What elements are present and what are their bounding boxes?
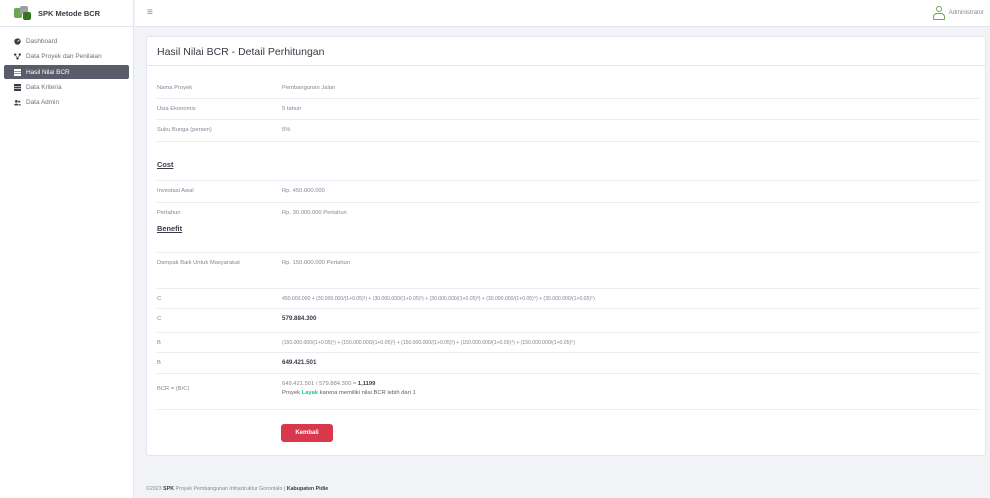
- topbar: ≡ Administrator: [135, 0, 990, 27]
- divider: [147, 65, 985, 66]
- calc-row-b-formula: B (150.000.000/(1+0.05)¹) + (150.000.000…: [157, 332, 979, 352]
- bcr-reason-text: karena memiliki nilai BCR lebih dari 1: [318, 389, 416, 396]
- info-row-nama-proyek: Nama Proyek Pembangunan Jalan: [157, 78, 979, 98]
- sidebar-item-label: Dashboard: [26, 38, 58, 45]
- bcr-proyek-text: Proyek: [282, 389, 302, 396]
- sidebar-item-data-proyek[interactable]: Data Proyek dan Penilaian: [0, 49, 133, 64]
- divider: [157, 141, 979, 147]
- row-value: Rp. 450.000.000: [282, 187, 325, 194]
- footer-prefix: ©2023: [146, 486, 164, 492]
- hamburger-menu-icon[interactable]: ≡: [147, 8, 153, 18]
- calc-row-bcr: BCR = (B/C) 649.421.501 / 579.884.300 = …: [157, 373, 979, 403]
- cost-heading: Cost: [157, 160, 174, 169]
- dashboard-icon: [14, 38, 21, 45]
- c-result: 579.884.300: [282, 315, 317, 322]
- sidebar-item-data-kriteria[interactable]: Data Kriteria: [0, 80, 133, 95]
- sidebar: SPK Metode BCR Dashboard Data Proyek dan…: [0, 0, 134, 498]
- cost-row-investasi: Investasi Awal Rp. 450.000.000: [157, 180, 979, 200]
- brand[interactable]: SPK Metode BCR: [0, 0, 133, 27]
- row-value: Pembangunan Jalan: [282, 85, 336, 91]
- row-label: BCR = (B/C): [157, 385, 190, 392]
- benefit-heading: Benefit: [157, 224, 183, 233]
- row-value: Rp. 150.000.000 Pertahun: [282, 259, 351, 266]
- table-icon: [14, 68, 21, 76]
- row-label: Investasi Awal: [157, 187, 194, 194]
- row-label: Dampak Baik Untuk Masyarakat: [157, 259, 240, 266]
- c-formula: 450.000.000 + (30.000.000/(1+0.05)¹) + (…: [282, 295, 595, 302]
- sidebar-item-data-admin[interactable]: Data Admin: [0, 95, 133, 110]
- user-dropdown[interactable]: Administrator: [932, 6, 984, 20]
- info-row-suku-bunga: Suku Bunga (persen) 5%: [157, 119, 979, 139]
- sidebar-item-label: Data Kriteria: [26, 84, 62, 91]
- divider: [157, 409, 979, 411]
- brand-logo-icon: [14, 6, 32, 20]
- sidebar-item-dashboard[interactable]: Dashboard: [0, 34, 133, 49]
- calc-row-c-formula: C 450.000.000 + (30.000.000/(1+0.05)¹) +…: [157, 288, 979, 308]
- brand-title: SPK Metode BCR: [38, 8, 101, 18]
- row-label: B: [157, 359, 161, 366]
- benefit-row-dampak: Dampak Baik Untuk Masyarakat Rp. 150.000…: [157, 252, 979, 272]
- page-title: Hasil Nilai BCR - Detail Perhitungan: [157, 46, 325, 58]
- user-icon: [932, 6, 945, 20]
- bcr-result: 649.421.501 / 579.884.300 = 1,1199 Proye…: [282, 380, 416, 398]
- sidebar-item-label: Data Admin: [26, 99, 60, 106]
- users-icon: [14, 99, 21, 106]
- detail-card: Hasil Nilai BCR - Detail Perhitungan Nam…: [146, 36, 986, 456]
- calc-row-c-result: C 579.884.300: [157, 308, 979, 328]
- footer-spk: SPK: [163, 486, 175, 492]
- footer-middle: Proyek Pembangunan Infrastruktur Goronta…: [174, 486, 287, 492]
- row-label: Suku Bunga (persen): [157, 126, 212, 133]
- b-result: 649.421.501: [282, 359, 317, 366]
- table-icon: [14, 84, 21, 91]
- sidebar-item-label: Data Proyek dan Penilaian: [26, 53, 102, 60]
- info-row-usia-ekonomis: Usia Ekonomis 5 tahun: [157, 98, 979, 118]
- row-value: 5%: [282, 126, 291, 133]
- row-label: C: [157, 295, 162, 302]
- sitemap-icon: [14, 53, 21, 60]
- cost-row-pertahun: Pertahun Rp. 30.000.000 Pertahun: [157, 202, 979, 222]
- bcr-value: 1,1199: [357, 380, 376, 387]
- sidebar-item-label: Hasil Nilai BCR: [26, 68, 70, 76]
- row-label: Usia Ekonomis: [157, 105, 196, 112]
- row-label: Nama Proyek: [157, 85, 193, 91]
- row-label: Pertahun: [157, 209, 181, 216]
- row-value: 5 tahun: [282, 105, 302, 112]
- row-label: C: [157, 315, 162, 322]
- user-name: Administrator: [948, 10, 984, 16]
- row-label: B: [157, 339, 161, 346]
- bcr-expression: 649.421.501 / 579.884.300 =: [282, 380, 358, 387]
- sidebar-nav: Dashboard Data Proyek dan Penilaian Hasi…: [0, 27, 133, 110]
- calc-row-b-result: B 649.421.501: [157, 352, 979, 372]
- bcr-layak-text: Layak: [301, 389, 319, 396]
- sidebar-item-hasil-nilai-bcr[interactable]: Hasil Nilai BCR: [4, 65, 129, 79]
- b-formula: (150.000.000/(1+0.05)¹) + (150.000.000/(…: [282, 339, 575, 346]
- row-value: Rp. 30.000.000 Pertahun: [282, 209, 347, 216]
- footer: ©2023 SPK Proyek Pembangunan Infrastrukt…: [146, 486, 328, 492]
- footer-kabupaten: Kabupaten Pidie: [286, 486, 329, 492]
- kembali-button[interactable]: Kembali: [281, 424, 333, 442]
